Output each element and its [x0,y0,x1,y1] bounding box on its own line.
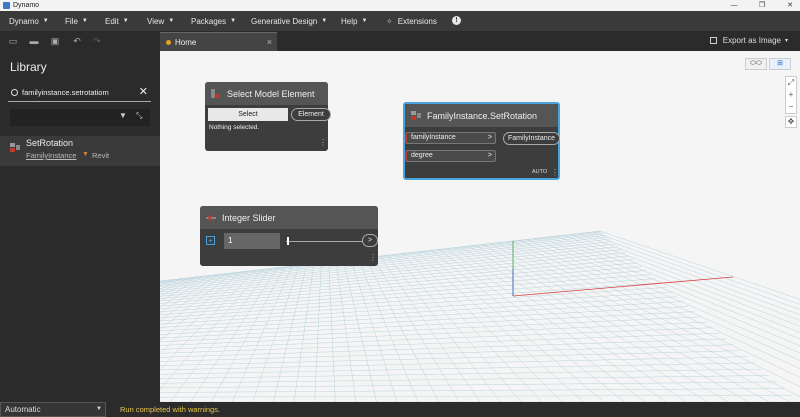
save-icon[interactable]: ▣ [50,36,60,46]
lacing-label[interactable]: AUTO [532,169,547,175]
puzzle-icon: ✧ [386,16,393,26]
degree-input-port[interactable]: degree > [405,150,496,162]
restore-button[interactable]: ❐ [752,0,772,11]
close-tab-icon[interactable]: × [267,37,272,47]
familyinstance-output-port[interactable]: FamilyInstance [503,132,560,145]
library-panel: Library familyinstance.setrotatiom ✕ ▼ ⤡… [0,51,160,402]
dynamo-logo-icon [3,2,10,9]
familyinstance-input-port[interactable]: familyInstance > [405,132,496,144]
menu-view[interactable]: View ▼ [147,11,174,31]
undo-icon[interactable]: ↶ [72,36,82,46]
layout-toggle-icon[interactable]: ⤡ [136,111,142,121]
slider-node-icon [206,215,216,220]
filter-icon[interactable]: ▼ [119,111,127,120]
tab-home[interactable]: Home × [160,32,277,51]
graph-view-button[interactable]: ⊞ [769,58,791,70]
view-toggle-group: ⬭⬭ ⊞ [743,58,791,70]
node-menu-icon[interactable]: ⋮ [551,168,559,177]
setrotation-node-icon [411,110,421,120]
workspace-canvas[interactable]: ⬭⬭ ⊞ ⤢ + − ✥ Select Model Element Select… [160,51,800,402]
run-status-message: Run completed with warnings. [120,405,221,414]
zoom-out-icon[interactable]: − [786,101,796,113]
select-button[interactable]: Select [208,108,288,121]
geometry-view-button[interactable]: ⬭⬭ [745,58,767,70]
selection-status: Nothing selected. [209,124,260,131]
node-header: Integer Slider [200,206,378,229]
select-node-icon [211,88,220,98]
toolbar [0,31,800,51]
slider-output-port[interactable]: > [362,234,378,247]
window-title: Dynamo [13,2,40,9]
redo-icon[interactable]: ↷ [92,36,102,46]
new-file-icon[interactable]: ▭ [8,36,18,46]
select-model-element-node[interactable]: Select Model Element Select Element Noth… [205,82,331,151]
open-folder-icon[interactable]: ▬ [29,36,39,46]
title-bar: Dynamo — ❐ ✕ [0,0,800,11]
slider-handle[interactable] [287,237,289,245]
element-output-port[interactable]: Element [291,108,331,121]
close-window-button[interactable]: ✕ [780,0,800,11]
node-function-icon [10,143,20,152]
export-as-image-button[interactable]: Export as Image ▾ [709,36,788,45]
zoom-in-icon[interactable]: + [786,89,796,101]
zoom-fit-icon[interactable]: ⤢ [786,77,796,89]
search-icon [11,89,18,96]
menu-edit[interactable]: Edit ▼ [105,11,129,31]
menu-bar: Dynamo ▼ File ▼ Edit ▼ View ▼ Packages ▼ Gene… [0,11,800,31]
info-icon[interactable]: ! [452,16,461,25]
integer-slider-node[interactable]: Integer Slider + 1 > ⋮ [200,206,378,266]
node-menu-icon[interactable]: ⋮ [369,253,377,262]
result-name: SetRotation [26,138,74,148]
export-icon [709,37,717,44]
slider-track[interactable] [286,241,362,242]
result-package: Revit [92,151,110,160]
menu-help[interactable]: Help ▼ [341,11,367,31]
pan-icon[interactable]: ✥ [785,116,797,128]
library-title: Library [10,60,47,74]
expand-slider-button[interactable]: + [206,236,215,245]
menu-packages[interactable]: Packages ▼ [191,11,236,31]
clear-search-icon[interactable]: ✕ [139,86,148,98]
node-menu-icon[interactable]: ⋮ [319,138,327,147]
zoom-controls: ⤢ + − [785,76,797,114]
chevron-down-icon: ▾ [784,38,788,44]
package-arrow-icon: ▼ [82,151,89,158]
menu-file[interactable]: File ▼ [65,11,88,31]
node-header: FamilyInstance.SetRotation [405,104,558,127]
run-mode-select[interactable]: Automatic ▼ [0,402,106,417]
menu-extensions[interactable]: ✧ Extensions [386,11,437,31]
result-category-link[interactable]: FamilyInstance [26,151,76,160]
setrotation-node[interactable]: FamilyInstance.SetRotation familyInstanc… [403,102,560,180]
minimize-button[interactable]: — [724,0,744,11]
slider-value-input[interactable]: 1 [224,233,280,249]
chevron-down-icon: ▼ [96,406,102,412]
library-result-item[interactable]: SetRotation FamilyInstance ▼ Revit [0,136,160,166]
menu-dynamo[interactable]: Dynamo ▼ [9,11,49,31]
library-search-input[interactable]: familyinstance.setrotatiom ✕ [8,84,151,102]
node-header: Select Model Element [205,82,328,105]
library-filter-bar [10,109,150,126]
status-bar: Automatic ▼ Run completed with warnings. [0,402,800,417]
unsaved-indicator [166,39,171,45]
menu-generative-design[interactable]: Generative Design ▼ [251,11,327,31]
